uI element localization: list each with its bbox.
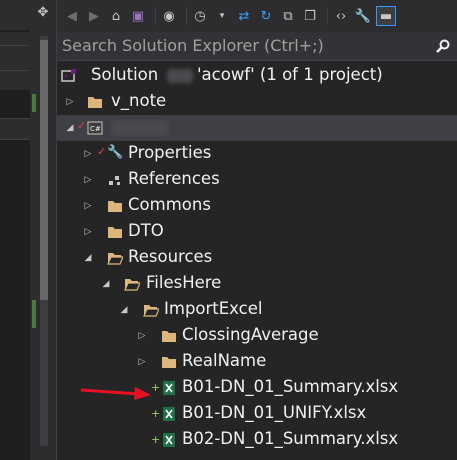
refresh-icon[interactable]: ↻ (257, 7, 275, 25)
solution-label-suffix: 'acowf' (1 of 1 project) (197, 65, 383, 84)
solution-icon (61, 69, 76, 82)
solution-explorer-toolbar: ◀ ▶ ⌂ ▣ ◉ ◷ ▾ ⇄ ↻ ⧉ ❐ ‹› 🔧 ▬ (57, 0, 457, 32)
collapse-arrow-icon[interactable]: ◢ (101, 279, 111, 289)
vs-switch-views-icon[interactable]: ▣ (129, 7, 147, 25)
expand-arrow-icon[interactable]: ▷ (137, 331, 147, 341)
tree-item-label: Commons (128, 195, 211, 214)
toolbar-separator (186, 7, 187, 25)
editor-header-area (0, 32, 30, 90)
tree-item-file-b01-unify[interactable]: + B01-DN_01_UNIFY.xlsx (57, 401, 457, 427)
folder-icon (162, 331, 176, 342)
solution-label-prefix: Solution (91, 65, 159, 84)
collapse-arrow-icon[interactable]: ◢ (65, 123, 75, 133)
open-folder-icon (143, 305, 159, 317)
tree-item-file-b02-summary[interactable]: + B02-DN_01_Summary.xlsx (57, 427, 457, 453)
folder-icon (88, 97, 102, 108)
tree-item-project[interactable]: ◢ ✓ C# (57, 115, 457, 141)
expand-arrow-icon[interactable]: ▷ (83, 149, 93, 159)
tree-item-label: FilesHere (146, 273, 222, 292)
globe-icon[interactable]: ◉ (160, 7, 178, 25)
tree-item-references[interactable]: ▷ References (57, 167, 457, 193)
tree-item-label: B01-DN_01_Summary.xlsx (182, 377, 399, 396)
tree-item-label: v_note (111, 91, 167, 110)
forward-icon[interactable]: ▶ (85, 7, 103, 25)
open-folder-icon (124, 279, 140, 291)
show-all-files-icon[interactable]: ❐ (301, 7, 319, 25)
sync-icon[interactable]: ⇄ (235, 7, 253, 25)
scrollbar-thumb[interactable] (40, 40, 48, 300)
wrench-icon: 🔧 (107, 145, 124, 160)
tree-item-closingaverage[interactable]: ▷ ClossingAverage (57, 323, 457, 349)
preview-selected-items-icon[interactable]: ▬ (376, 6, 396, 26)
divider (0, 70, 30, 71)
references-icon (109, 176, 120, 185)
toolbar-separator (155, 7, 156, 25)
expand-arrow-icon[interactable]: ▷ (65, 97, 75, 107)
tree-item-importexcel[interactable]: ◢ ImportExcel (57, 297, 457, 323)
expand-arrow-icon[interactable]: ▷ (83, 175, 93, 185)
history-icon[interactable]: ◷ (191, 7, 209, 25)
excel-file-icon (163, 407, 175, 421)
back-icon[interactable]: ◀ (63, 7, 81, 25)
pending-add-icon: + (151, 433, 161, 446)
excel-file-icon (163, 433, 175, 447)
collapse-arrow-icon[interactable]: ◢ (83, 253, 93, 263)
collapse-arrow-icon[interactable]: ◢ (119, 305, 129, 315)
tree-item-resources[interactable]: ◢ Resources (57, 245, 457, 271)
open-folder-icon (107, 253, 123, 265)
tree-item-label: B02-DN_01_Summary.xlsx (182, 429, 399, 448)
tree-item-label: DTO (128, 221, 164, 240)
tree-item-dto[interactable]: ▷ DTO (57, 219, 457, 245)
checked-out-icon: ✓ (97, 145, 107, 158)
search-solution-explorer[interactable]: Search Solution Explorer (Ctrl+;) (57, 32, 457, 61)
tree-item-label: ClossingAverage (182, 325, 319, 344)
search-placeholder: Search Solution Explorer (Ctrl+;) (62, 36, 324, 55)
editor-gutter: ✥ (30, 0, 57, 460)
editor-left-strip (0, 0, 30, 460)
redacted-project-name (111, 121, 169, 135)
change-marker (32, 94, 36, 112)
search-icon[interactable] (435, 38, 451, 54)
view-code-icon[interactable]: ‹› (332, 7, 350, 25)
tree-item-properties[interactable]: ▷ ✓ 🔧 Properties (57, 141, 457, 167)
divider (0, 45, 30, 46)
folder-icon (162, 357, 176, 368)
pending-add-icon: + (151, 407, 161, 420)
checked-out-icon: ✓ (77, 119, 87, 132)
tree-item-label: ImportExcel (164, 299, 263, 318)
tree-item-commons[interactable]: ▷ Commons (57, 193, 457, 219)
red-annotation-arrow-icon (80, 387, 151, 400)
tree-item-label: References (128, 169, 220, 188)
change-marker (32, 300, 36, 328)
tree-item-vs-note[interactable]: ▷ v_note (57, 89, 457, 115)
collapse-all-icon[interactable]: ⧉ (279, 7, 297, 25)
pending-changes-filter-icon[interactable]: ▾ (213, 7, 231, 25)
expand-arrow-icon[interactable]: ▷ (83, 227, 93, 237)
tree-item-label: Resources (128, 247, 213, 266)
editor-tab-area (0, 0, 30, 30)
solution-explorer-panel: ◀ ▶ ⌂ ▣ ◉ ◷ ▾ ⇄ ↻ ⧉ ❐ ‹› 🔧 ▬ Search Solu… (57, 0, 457, 460)
redacted-text (167, 69, 193, 83)
tree-item-realname[interactable]: ▷ RealName (57, 349, 457, 375)
tree-item-solution[interactable]: Solution 'acowf' (1 of 1 project) (57, 63, 457, 89)
tree-item-label: Properties (128, 143, 212, 162)
expand-arrow-icon[interactable]: ▷ (83, 201, 93, 211)
folder-icon (108, 201, 122, 212)
editor-line-highlight (0, 118, 30, 140)
tree-item-fileshere[interactable]: ◢ FilesHere (57, 271, 457, 297)
tree-item-label: RealName (182, 351, 267, 370)
svg-text:C#: C# (90, 125, 101, 133)
folder-icon (108, 227, 122, 238)
home-icon[interactable]: ⌂ (107, 7, 125, 25)
pin-icon[interactable]: ✥ (36, 6, 50, 20)
csharp-project-icon: C# (87, 121, 103, 135)
expand-arrow-icon[interactable]: ▷ (137, 357, 147, 367)
properties-wrench-icon[interactable]: 🔧 (354, 7, 372, 25)
tree-item-label: B01-DN_01_UNIFY.xlsx (182, 403, 367, 422)
toolbar-separator (327, 7, 328, 25)
